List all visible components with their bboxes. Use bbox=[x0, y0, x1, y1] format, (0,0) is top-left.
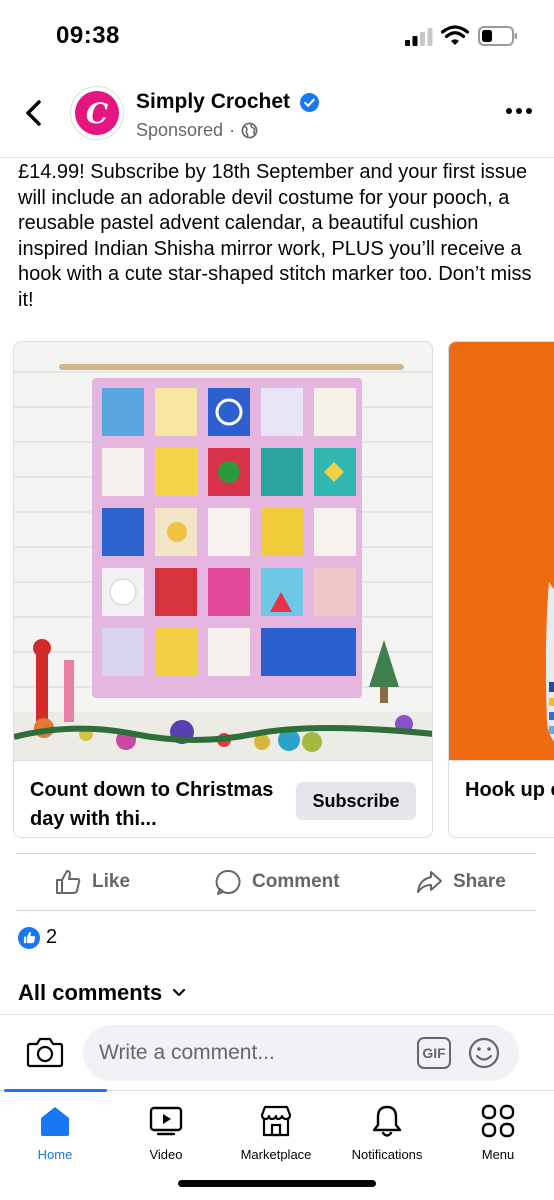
like-reaction-icon bbox=[18, 926, 40, 949]
comment-input-box[interactable]: GIF bbox=[83, 1025, 519, 1081]
home-indicator bbox=[178, 1180, 376, 1187]
post-header: C Simply Crochet Sponsored · bbox=[0, 80, 554, 158]
card-info: Hook up cardie in bbox=[449, 760, 554, 837]
camera-icon[interactable] bbox=[26, 1035, 64, 1069]
separator-dot: · bbox=[229, 120, 236, 140]
comment-label: Comment bbox=[252, 871, 340, 892]
comments-filter[interactable]: All comments bbox=[18, 980, 186, 1006]
comment-input[interactable] bbox=[99, 1025, 399, 1081]
page-avatar[interactable]: C bbox=[70, 86, 124, 140]
bell-icon bbox=[372, 1105, 402, 1137]
more-options-icon[interactable] bbox=[506, 106, 532, 116]
back-arrow-icon[interactable] bbox=[20, 98, 48, 128]
tab-label: Notifications bbox=[351, 1147, 423, 1162]
comment-button[interactable]: Comment bbox=[214, 868, 340, 896]
comment-bubble-icon bbox=[215, 869, 241, 895]
advent-calendar-illustration bbox=[14, 342, 432, 760]
cardigan-image[interactable] bbox=[449, 342, 554, 760]
tab-menu[interactable]: Menu bbox=[443, 1103, 553, 1162]
tab-marketplace[interactable]: Marketplace bbox=[221, 1103, 331, 1162]
tab-label: Home bbox=[37, 1147, 73, 1162]
card-info: Count down to Christmas day with thi... … bbox=[14, 760, 432, 837]
comments-filter-label: All comments bbox=[18, 980, 163, 1005]
emoji-icon[interactable] bbox=[467, 1036, 501, 1070]
post-body-text: £14.99! Subscribe by 18th September and … bbox=[18, 161, 532, 311]
page-name[interactable]: Simply Crochet bbox=[136, 90, 290, 114]
battery-icon bbox=[478, 26, 517, 46]
wifi-icon bbox=[441, 25, 469, 45]
share-button[interactable]: Share bbox=[415, 868, 506, 896]
status-bar: 09:38 bbox=[0, 0, 554, 70]
page-logo: C bbox=[75, 91, 119, 135]
carousel-card[interactable]: Count down to Christmas day with thi... … bbox=[13, 341, 433, 838]
sponsored-label: Sponsored bbox=[136, 120, 224, 140]
like-label: Like bbox=[92, 871, 131, 892]
cardigan-illustration bbox=[449, 342, 554, 760]
verified-badge-icon bbox=[300, 93, 319, 112]
tab-video[interactable]: Video bbox=[111, 1103, 221, 1162]
ad-carousel[interactable]: Count down to Christmas day with thi... … bbox=[13, 341, 554, 841]
subscribe-button[interactable]: Subscribe bbox=[296, 782, 416, 820]
comment-composer: GIF bbox=[0, 1014, 554, 1090]
thumbs-up-icon bbox=[56, 870, 81, 894]
tab-notifications[interactable]: Notifications bbox=[332, 1103, 442, 1162]
globe-icon bbox=[241, 122, 258, 139]
card-headline[interactable]: Hook up cardie in bbox=[465, 776, 554, 805]
advent-calendar-image[interactable] bbox=[14, 342, 432, 760]
cellular-signal-icon bbox=[405, 28, 433, 46]
tab-label: Marketplace bbox=[240, 1147, 312, 1162]
tab-label: Menu bbox=[481, 1147, 515, 1162]
sponsored-row: Sponsored · bbox=[136, 120, 258, 141]
reactions-summary[interactable]: 2 bbox=[18, 926, 57, 949]
gif-button[interactable]: GIF bbox=[417, 1037, 451, 1069]
tab-label: Video bbox=[149, 1147, 183, 1162]
carousel-card[interactable]: Hook up cardie in bbox=[448, 341, 554, 838]
status-time: 09:38 bbox=[56, 22, 120, 49]
active-tab-indicator bbox=[4, 1089, 107, 1092]
share-arrow-icon bbox=[417, 871, 442, 893]
chevron-down-icon bbox=[173, 988, 186, 997]
like-button[interactable]: Like bbox=[54, 868, 130, 896]
share-label: Share bbox=[453, 871, 506, 892]
card-headline[interactable]: Count down to Christmas day with thi... bbox=[30, 776, 295, 834]
reaction-count: 2 bbox=[46, 926, 58, 948]
marketplace-icon bbox=[260, 1105, 292, 1137]
home-icon bbox=[41, 1107, 69, 1136]
tab-home[interactable]: Home bbox=[0, 1103, 110, 1162]
video-icon bbox=[149, 1106, 183, 1136]
post-action-bar: Like Comment Share bbox=[16, 853, 536, 911]
page-logo-letter: C bbox=[85, 96, 109, 130]
menu-grid-icon bbox=[481, 1104, 515, 1138]
